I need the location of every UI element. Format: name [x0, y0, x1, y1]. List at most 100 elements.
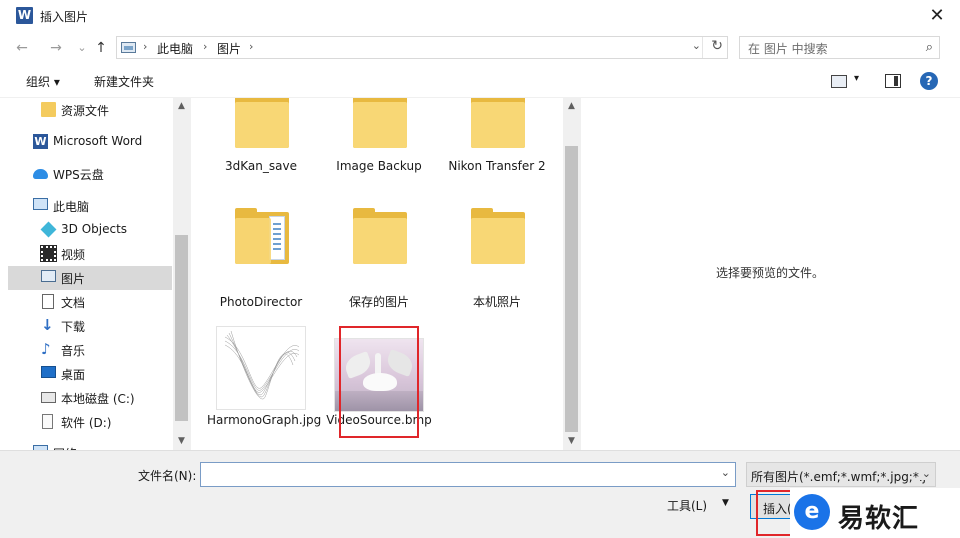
- help-icon[interactable]: ?: [920, 72, 938, 90]
- view-mode-icon[interactable]: [831, 75, 847, 88]
- refresh-icon[interactable]: ↻: [711, 38, 723, 54]
- close-button[interactable]: ✕: [914, 0, 960, 32]
- folder-icon: [41, 102, 56, 117]
- highlight-annotation-box: [339, 326, 419, 438]
- search-input[interactable]: 在 图片 中搜索 ⌕: [739, 36, 940, 59]
- breadcrumb-separator[interactable]: ›: [143, 40, 147, 53]
- nav-item-music[interactable]: ♪ 音乐: [8, 338, 172, 362]
- file-name: PhotoDirector: [219, 295, 303, 309]
- new-folder-button[interactable]: 新建文件夹: [94, 73, 154, 90]
- file-list-scrollbar[interactable]: ▲ ▼: [563, 98, 580, 450]
- address-divider: [702, 37, 703, 58]
- forward-arrow-icon[interactable]: →: [46, 38, 66, 58]
- scroll-thumb[interactable]: [175, 235, 188, 421]
- preview-empty-message: 选择要预览的文件。: [716, 266, 825, 280]
- nav-item-label: 软件 (D:): [61, 416, 112, 430]
- drive-icon: [41, 392, 56, 403]
- organize-button[interactable]: 组织 ▾: [26, 73, 60, 90]
- file-type-value: 所有图片(*.emf;*.wmf;*.jpg;*.j: [751, 470, 926, 484]
- nav-item-label: 本地磁盘 (C:): [61, 392, 135, 406]
- file-item-saved-pictures[interactable]: 保存的图片: [325, 206, 433, 316]
- back-arrow-icon[interactable]: ←: [12, 38, 32, 58]
- nav-item-pictures[interactable]: 图片: [8, 266, 172, 290]
- nav-item-desktop[interactable]: 桌面: [8, 362, 172, 386]
- music-icon: ♪: [41, 340, 51, 358]
- folder-icon: [471, 98, 525, 148]
- scroll-thumb[interactable]: [565, 146, 578, 432]
- address-dropdown-icon[interactable]: ⌄: [692, 39, 701, 52]
- nav-item-downloads[interactable]: ↓ 下载: [8, 314, 172, 338]
- harmonograph-graphic: [224, 330, 300, 400]
- filename-label: 文件名(N):: [138, 469, 197, 483]
- cloud-icon: [33, 169, 48, 179]
- nav-item-label: 图片: [61, 272, 86, 286]
- watermark-logo-icon: e: [794, 494, 830, 530]
- nav-item-resources[interactable]: 资源文件: [8, 98, 172, 122]
- nav-item-videos[interactable]: 视频: [8, 242, 172, 266]
- tools-button[interactable]: 工具(L): [667, 497, 707, 514]
- breadcrumb-pictures[interactable]: 图片: [217, 40, 241, 57]
- recent-locations-chevron-icon[interactable]: ⌄: [72, 38, 92, 58]
- preview-pane: 选择要预览的文件。: [580, 98, 960, 450]
- address-bar[interactable]: › 此电脑 › 图片 › ⌄ ↻: [116, 36, 728, 59]
- watermark-text: 易软汇: [838, 504, 920, 534]
- nav-item-label: 音乐: [61, 344, 86, 358]
- file-type-dropdown-icon[interactable]: ⌄: [919, 467, 931, 480]
- file-name: 3dKan_save: [225, 159, 297, 173]
- nav-item-this-pc[interactable]: 此电脑: [8, 194, 172, 218]
- file-item-nikon-transfer-2[interactable]: Nikon Transfer 2: [443, 98, 551, 198]
- tools-dropdown-icon[interactable]: ▼: [722, 498, 729, 508]
- word-icon: W: [33, 134, 48, 149]
- file-item-camera-roll[interactable]: 本机照片: [443, 206, 551, 316]
- file-item-photodirector[interactable]: PhotoDirector: [207, 206, 315, 316]
- preview-pane-icon[interactable]: [885, 74, 901, 88]
- scroll-down-icon[interactable]: ▼: [563, 433, 580, 450]
- nav-item-label: 3D Objects: [61, 222, 128, 236]
- nav-item-drive-c[interactable]: 本地磁盘 (C:): [8, 386, 172, 410]
- image-thumbnail: [216, 326, 306, 410]
- filename-dropdown-icon[interactable]: ⌄: [721, 466, 730, 479]
- file-item-harmonograph-jpg[interactable]: HarmonoGraph.jpg: [207, 324, 322, 450]
- nav-item-wps-cloud[interactable]: WPS云盘: [8, 162, 172, 186]
- scroll-up-icon[interactable]: ▲: [173, 98, 190, 115]
- pictures-location-icon: [121, 42, 136, 53]
- nav-item-3d-objects[interactable]: 3D Objects: [8, 218, 172, 242]
- search-placeholder: 在 图片 中搜索: [748, 42, 828, 56]
- file-type-select[interactable]: 所有图片(*.emf;*.wmf;*.jpg;*.j ⌄: [746, 462, 936, 487]
- folder-icon: [235, 98, 289, 148]
- nav-item-label: Microsoft Word: [53, 134, 143, 148]
- scroll-up-icon[interactable]: ▲: [563, 98, 580, 115]
- file-list-pane[interactable]: 3dKan_save Image Backup Nikon Transfer 2…: [190, 98, 580, 450]
- nav-item-documents[interactable]: 文档: [8, 290, 172, 314]
- cube-icon: [40, 221, 57, 238]
- file-name: Image Backup: [336, 159, 422, 173]
- filename-input[interactable]: ⌄: [200, 462, 736, 487]
- navigation-pane[interactable]: 资源文件 W Microsoft Word WPS云盘 此电脑 3D Objec…: [0, 98, 190, 450]
- word-app-icon: W: [16, 7, 33, 24]
- folder-icon: [353, 208, 407, 264]
- download-icon: ↓: [41, 316, 54, 334]
- breadcrumb-this-pc[interactable]: 此电脑: [157, 40, 193, 57]
- file-name: 保存的图片: [348, 295, 409, 309]
- file-name: 本机照片: [472, 295, 521, 309]
- computer-icon: [33, 198, 48, 210]
- nav-item-label: 视频: [61, 248, 86, 262]
- up-arrow-icon[interactable]: ↑: [91, 38, 111, 58]
- view-dropdown-icon[interactable]: ▾: [854, 73, 859, 84]
- site-watermark: e 易软汇: [790, 488, 960, 538]
- breadcrumb-separator[interactable]: ›: [203, 40, 207, 53]
- nav-scrollbar[interactable]: ▲ ▼: [173, 98, 190, 450]
- desktop-icon: [41, 366, 56, 378]
- file-name: HarmonoGraph.jpg: [207, 413, 322, 427]
- nav-item-network[interactable]: 网络: [8, 441, 172, 450]
- search-icon[interactable]: ⌕: [926, 40, 933, 55]
- breadcrumb-separator[interactable]: ›: [249, 40, 253, 53]
- scroll-down-icon[interactable]: ▼: [173, 433, 190, 450]
- file-item-image-backup[interactable]: Image Backup: [325, 98, 433, 198]
- nav-item-microsoft-word[interactable]: W Microsoft Word: [8, 130, 172, 154]
- nav-item-label: WPS云盘: [53, 168, 104, 182]
- file-item-3dkan-save[interactable]: 3dKan_save: [207, 98, 315, 198]
- nav-item-drive-d[interactable]: 软件 (D:): [8, 410, 172, 434]
- address-row: ← → ⌄ ↑ › 此电脑 › 图片 › ⌄ ↻ 在 图片 中搜索 ⌕: [0, 32, 960, 64]
- folder-icon: [471, 208, 525, 264]
